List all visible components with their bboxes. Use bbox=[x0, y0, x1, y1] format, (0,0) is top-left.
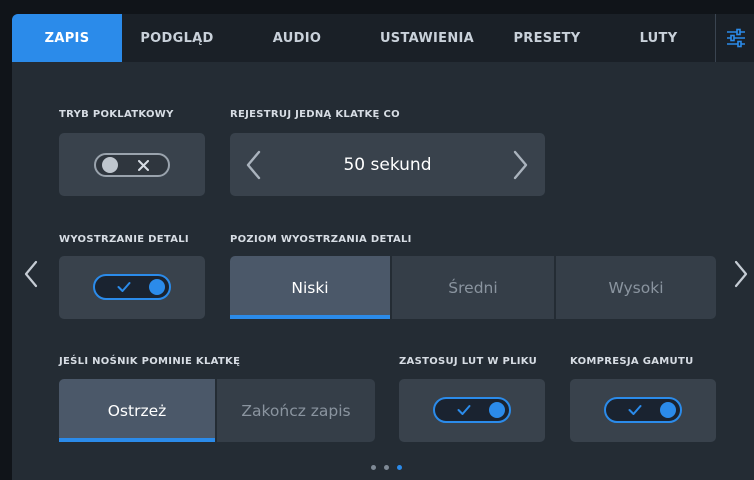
toggle-knob bbox=[102, 157, 118, 173]
toggle-knob bbox=[660, 402, 676, 418]
chevron-left-icon[interactable] bbox=[245, 150, 261, 180]
selected-indicator bbox=[59, 438, 215, 442]
option-label: Średni bbox=[448, 278, 498, 297]
apply-lut-panel bbox=[399, 379, 545, 442]
gamut-compression-panel bbox=[570, 379, 716, 442]
dropped-frame-label: JEŚLI NOŚNIK POMINIE KLATKĘ bbox=[59, 356, 241, 367]
check-icon bbox=[117, 282, 131, 292]
tab-podglad[interactable]: PODGLĄD bbox=[122, 14, 232, 62]
timelapse-panel bbox=[59, 133, 205, 196]
detail-sharpening-label: WYOSTRZANIE DETALI bbox=[59, 234, 189, 245]
dropped-frame-option-zakoncz[interactable]: Zakończ zapis bbox=[217, 379, 375, 442]
check-icon bbox=[457, 405, 471, 415]
gamut-compression-label: KOMPRESJA GAMUTU bbox=[570, 356, 694, 367]
dropped-frame-option-ostrzez[interactable]: Ostrzeż bbox=[59, 379, 215, 442]
sharpening-option-sredni[interactable]: Średni bbox=[392, 256, 554, 319]
tab-bar: ZAPIS PODGLĄD AUDIO USTAWIENIA PRESETY L… bbox=[12, 14, 754, 62]
option-label: Ostrzeż bbox=[107, 401, 167, 420]
page-next-icon[interactable] bbox=[734, 260, 748, 288]
selected-indicator bbox=[230, 315, 390, 319]
page-dot-1[interactable] bbox=[371, 465, 376, 470]
tab-presety[interactable]: PRESETY bbox=[492, 14, 602, 62]
x-icon bbox=[138, 160, 149, 171]
check-icon bbox=[628, 405, 642, 415]
settings-button[interactable] bbox=[715, 14, 754, 62]
sharpening-option-wysoki[interactable]: Wysoki bbox=[556, 256, 716, 319]
tab-ustawienia[interactable]: USTAWIENIA bbox=[362, 14, 492, 62]
apply-lut-label: ZASTOSUJ LUT W PLIKU bbox=[399, 356, 538, 367]
timelapse-toggle[interactable] bbox=[94, 153, 170, 177]
option-label: Niski bbox=[291, 278, 329, 297]
frame-interval-panel: 50 sekund bbox=[230, 133, 545, 196]
record-settings-page: TRYB POKLATKOWY REJESTRUJ JEDNĄ KLATKĘ C… bbox=[12, 62, 754, 480]
sliders-icon bbox=[726, 28, 745, 48]
frame-interval-label: REJESTRUJ JEDNĄ KLATKĘ CO bbox=[230, 109, 400, 120]
camera-menu: ZAPIS PODGLĄD AUDIO USTAWIENIA PRESETY L… bbox=[12, 14, 754, 480]
gamut-compression-toggle[interactable] bbox=[604, 397, 682, 423]
toggle-knob bbox=[489, 402, 505, 418]
apply-lut-toggle[interactable] bbox=[433, 397, 511, 423]
tab-luty[interactable]: LUTY bbox=[602, 14, 715, 62]
page-dot-3[interactable] bbox=[397, 465, 402, 470]
page-prev-icon[interactable] bbox=[24, 260, 38, 288]
detail-sharpening-panel bbox=[59, 256, 205, 319]
option-label: Wysoki bbox=[608, 278, 664, 297]
timelapse-label: TRYB POKLATKOWY bbox=[59, 109, 174, 120]
tab-zapis[interactable]: ZAPIS bbox=[12, 14, 122, 62]
chevron-right-icon[interactable] bbox=[513, 150, 529, 180]
page-dot-2[interactable] bbox=[384, 465, 389, 470]
frame-interval-value: 50 sekund bbox=[343, 154, 432, 175]
detail-sharpening-toggle[interactable] bbox=[93, 274, 171, 300]
sharpening-level-label: POZIOM WYOSTRZANIA DETALI bbox=[230, 234, 412, 245]
toggle-knob bbox=[149, 279, 165, 295]
tab-audio[interactable]: AUDIO bbox=[232, 14, 362, 62]
option-label: Zakończ zapis bbox=[241, 401, 351, 420]
sharpening-option-niski[interactable]: Niski bbox=[230, 256, 390, 319]
